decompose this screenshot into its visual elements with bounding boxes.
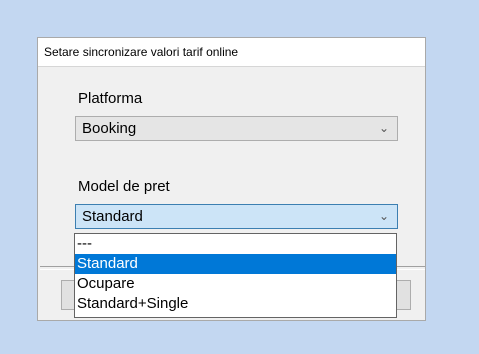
price-model-select[interactable]: Standard ⌄ [75,204,398,229]
platform-label: Platforma [78,90,143,107]
platform-select-value: Booking [82,120,137,137]
dropdown-option[interactable]: Ocupare [75,274,396,294]
dropdown-option[interactable]: Standard+Single [75,294,396,314]
price-model-dropdown-list: --- Standard Ocupare Standard+Single [74,233,397,318]
dialog-title: Setare sincronizare valori tarif online [38,38,425,67]
price-model-select-value: Standard [82,208,143,225]
platform-select[interactable]: Booking ⌄ [75,116,398,141]
chevron-down-icon: ⌄ [378,121,389,135]
dropdown-option[interactable]: --- [75,234,396,254]
chevron-down-icon: ⌄ [378,209,389,223]
price-model-label: Model de pret [78,178,170,195]
dropdown-option[interactable]: Standard [75,254,396,274]
